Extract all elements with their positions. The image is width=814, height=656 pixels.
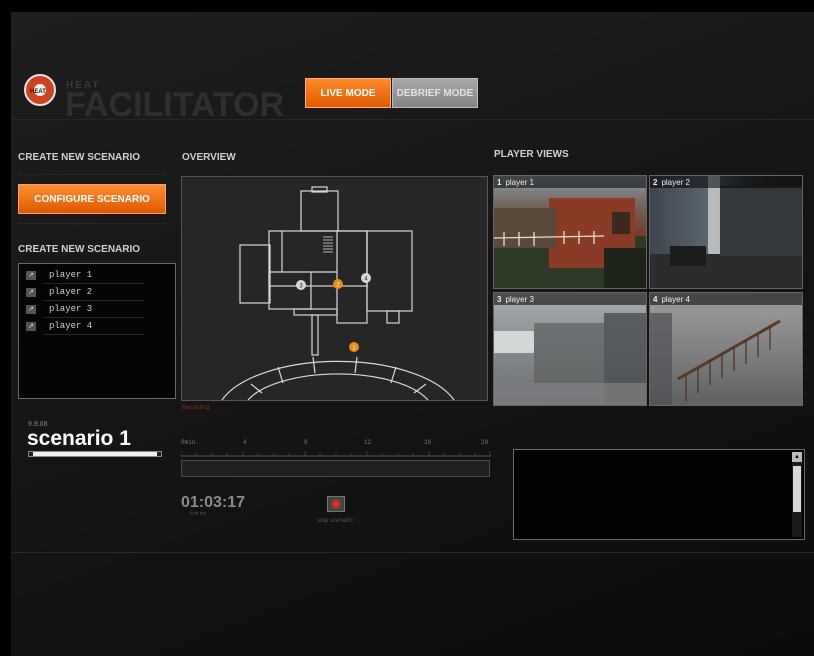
- map-marker[interactable]: 2: [333, 279, 343, 289]
- tick-label: 16: [424, 439, 432, 446]
- row-divider: [44, 283, 144, 284]
- arrow-icon: ↗: [26, 288, 36, 297]
- scene-illustration: [650, 313, 781, 405]
- scene-illustration: [494, 313, 646, 405]
- tick-label: 12: [364, 439, 372, 446]
- map-marker[interactable]: 4: [361, 273, 371, 283]
- facilitator-app: HEAT HEAT FACILITATOR LIVE MODE DEBRIEF …: [11, 12, 814, 656]
- arrow-icon: ↗: [26, 322, 36, 331]
- timeline-ticks: [181, 451, 491, 457]
- player-views-grid: 1 player 1 2 player 2 3 player 3 4 playe…: [493, 175, 804, 407]
- scrubber-left-handle[interactable]: [29, 452, 33, 456]
- player-name: player 1: [49, 270, 93, 280]
- cam-number: 2: [653, 177, 658, 187]
- cam-name: player 2: [661, 177, 690, 187]
- cam-number: 3: [497, 294, 502, 304]
- cam-name: player 1: [505, 177, 534, 187]
- row-divider: [44, 300, 144, 301]
- tick-label: 8: [304, 439, 308, 446]
- player-list: ↗ player 1 ↗ player 2 ↗ player 3 ↗ playe…: [18, 263, 176, 399]
- debrief-mode-button[interactable]: DEBRIEF MODE: [392, 78, 478, 108]
- overview-map[interactable]: 1 2 3 4: [181, 176, 488, 401]
- elapsed-time: 01:03:17: [181, 494, 246, 511]
- scenario-scrubber[interactable]: [28, 451, 162, 457]
- scrollbar[interactable]: ▲: [792, 452, 802, 537]
- heat-logo: HEAT: [24, 74, 56, 106]
- create-scenario-header-2: CREATE NEW SCENARIO: [18, 244, 141, 255]
- cam-label: 2 player 2: [650, 176, 802, 188]
- scene-illustration: [494, 198, 646, 288]
- player-list-item[interactable]: ↗ player 2: [26, 285, 144, 301]
- scene-illustration: [650, 176, 802, 288]
- cam-number: 1: [497, 177, 502, 187]
- divider: [18, 174, 166, 175]
- stop-scenario-button[interactable]: [327, 496, 345, 512]
- arrow-icon: ↗: [26, 271, 36, 280]
- row-divider: [44, 317, 144, 318]
- floor-plan: 1 2 3 4: [221, 186, 455, 401]
- tick-label: 4: [243, 439, 247, 446]
- timeline-track[interactable]: [181, 460, 490, 477]
- tick-label: 20: [481, 439, 489, 446]
- time-units-label: h m ms: [190, 511, 207, 517]
- scenario-name: scenario 1: [27, 427, 131, 450]
- player-name: player 4: [49, 321, 93, 331]
- cam-label: 3 player 3: [494, 293, 646, 305]
- tick-label: 0min.: [181, 439, 200, 446]
- header-divider: [11, 119, 814, 120]
- stop-scenario-label: stop scenario: [317, 518, 353, 524]
- create-scenario-header: CREATE NEW SCENARIO: [18, 152, 141, 163]
- cam-number: 4: [653, 294, 658, 304]
- scroll-up-icon[interactable]: ▲: [792, 452, 802, 462]
- player-list-item[interactable]: ↗ player 1: [26, 268, 144, 284]
- cam-label: 4 player 4: [650, 293, 802, 305]
- message-log[interactable]: ▲: [513, 449, 805, 540]
- player-view-3[interactable]: 3 player 3: [493, 292, 647, 406]
- player-view-1[interactable]: 1 player 1: [493, 175, 647, 289]
- player-view-4[interactable]: 4 player 4: [649, 292, 803, 406]
- logo-text: HEAT: [30, 89, 46, 95]
- player-views-header: PLAYER VIEWS: [494, 149, 569, 160]
- cam-name: player 4: [661, 294, 690, 304]
- player-view-2[interactable]: 2 player 2: [649, 175, 803, 289]
- player-name: player 2: [49, 287, 93, 297]
- footer-divider: [11, 552, 814, 553]
- recording-label: Recording: [182, 405, 210, 411]
- timeline-ruler: 0min. 4 8 12 16 20: [181, 439, 491, 449]
- overview-header: OVERVIEW: [182, 152, 236, 163]
- player-name: player 3: [49, 304, 93, 314]
- scrubber-right-handle[interactable]: [157, 452, 161, 456]
- cam-name: player 3: [505, 294, 534, 304]
- configure-scenario-button[interactable]: CONFIGURE SCENARIO: [18, 184, 166, 214]
- arrow-icon: ↗: [26, 305, 36, 314]
- record-icon: [332, 500, 340, 508]
- live-mode-button[interactable]: LIVE MODE: [305, 78, 391, 108]
- row-divider: [44, 334, 144, 335]
- cam-label: 1 player 1: [494, 176, 646, 188]
- player-list-item[interactable]: ↗ player 4: [26, 319, 144, 335]
- player-list-item[interactable]: ↗ player 3: [26, 302, 144, 318]
- scroll-thumb[interactable]: [793, 466, 801, 512]
- divider: [18, 223, 166, 224]
- map-marker[interactable]: 1: [349, 342, 359, 352]
- map-marker[interactable]: 3: [296, 280, 306, 290]
